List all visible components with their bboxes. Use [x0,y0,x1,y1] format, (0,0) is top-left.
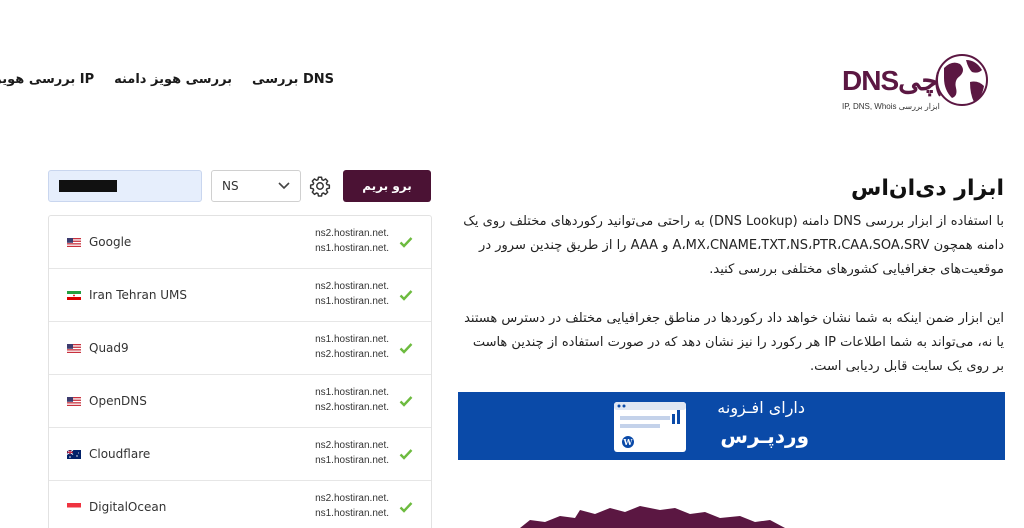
nav-dns-check[interactable]: بررسی DNS [252,72,334,87]
ns-record: ns1.hostiran.net. [315,243,389,254]
gear-icon[interactable] [309,175,331,197]
sg-flag-icon [67,503,81,512]
us-flag-icon [67,344,81,353]
nav-domain-whois[interactable]: بررسی هویز دامنه [114,72,232,87]
au-flag-icon [67,450,81,459]
page-title: ابزار دی‌ان‌اس [850,176,1004,201]
logo-subtitle: IP, DNS, Whois ابزار بررسی [842,102,940,111]
description-paragraph: این ابزار ضمن اینکه به شما نشان خواهد دا… [464,311,1004,374]
top-nav: بررسی DNS بررسی هویز دامنه بررسی هویز IP [0,72,334,87]
wordpress-plugin-banner[interactable]: W دارای افـزونه وردپـرس [458,392,1005,460]
ns-record: ns1.hostiran.net. [315,296,389,307]
ns-record: ns2.hostiran.net. [315,349,389,360]
check-icon [399,343,413,354]
server-name: Google [89,235,132,249]
check-icon [399,290,413,301]
redacted-domain [59,180,117,192]
site-logo[interactable]: DNSچی IP, DNS, Whois ابزار بررسی [836,46,994,118]
browser-window-icon: W [614,402,686,452]
ns-record: ns2.hostiran.net. [315,402,389,413]
server-row-iran-tehran-ums: Iran Tehran UMS ns2.hostiran.net. ns1.ho… [49,269,431,322]
submit-button[interactable]: برو بریم [343,170,431,202]
banner-line1: دارای افـزونه [717,398,805,417]
ns-record: ns1.hostiran.net. [315,334,389,345]
svg-text:W: W [623,437,634,447]
us-flag-icon [67,238,81,247]
record-type-value: NS [222,179,239,193]
intro-paragraph: با استفاده از ابزار بررسی DNS دامنه (DNS… [463,214,1004,277]
server-row-cloudflare: Cloudflare ns2.hostiran.net. ns1.hostira… [49,428,431,481]
us-flag-icon [67,397,81,406]
server-row-google: Google ns2.hostiran.net. ns1.hostiran.ne… [49,216,431,269]
server-name: Cloudflare [89,447,151,461]
ns-record: ns2.hostiran.net. [315,228,389,239]
ns-record: ns1.hostiran.net. [315,387,389,398]
world-map-decoration [520,506,785,528]
server-name: Quad9 [89,341,129,355]
check-icon [399,237,413,248]
ns-record: ns2.hostiran.net. [315,281,389,292]
globe-icon [935,54,988,106]
ns-record: ns2.hostiran.net. [315,440,389,451]
dns-results-list: Google ns2.hostiran.net. ns1.hostiran.ne… [48,215,432,528]
server-row-opendns: OpenDNS ns1.hostiran.net. ns2.hostiran.n… [49,375,431,428]
server-name: Iran Tehran UMS [89,288,187,302]
ns-record: ns1.hostiran.net. [315,508,389,519]
server-name: DigitalOcean [89,500,167,514]
server-row-quad9: Quad9 ns1.hostiran.net. ns2.hostiran.net… [49,322,431,375]
check-icon [399,449,413,460]
ns-record: ns2.hostiran.net. [315,493,389,504]
server-name: OpenDNS [89,394,147,408]
check-icon [399,396,413,407]
banner-line2: وردپـرس [720,424,809,448]
ns-record: ns1.hostiran.net. [315,455,389,466]
nav-ip-whois[interactable]: بررسی هویز IP [0,72,94,87]
logo-text: DNSچی [842,65,940,96]
check-icon [399,502,413,513]
record-type-select[interactable]: NS [211,170,301,202]
server-row-digitalocean: DigitalOcean ns2.hostiran.net. ns1.hosti… [49,481,431,528]
chevron-down-icon [278,182,290,190]
ir-flag-icon [67,291,81,300]
